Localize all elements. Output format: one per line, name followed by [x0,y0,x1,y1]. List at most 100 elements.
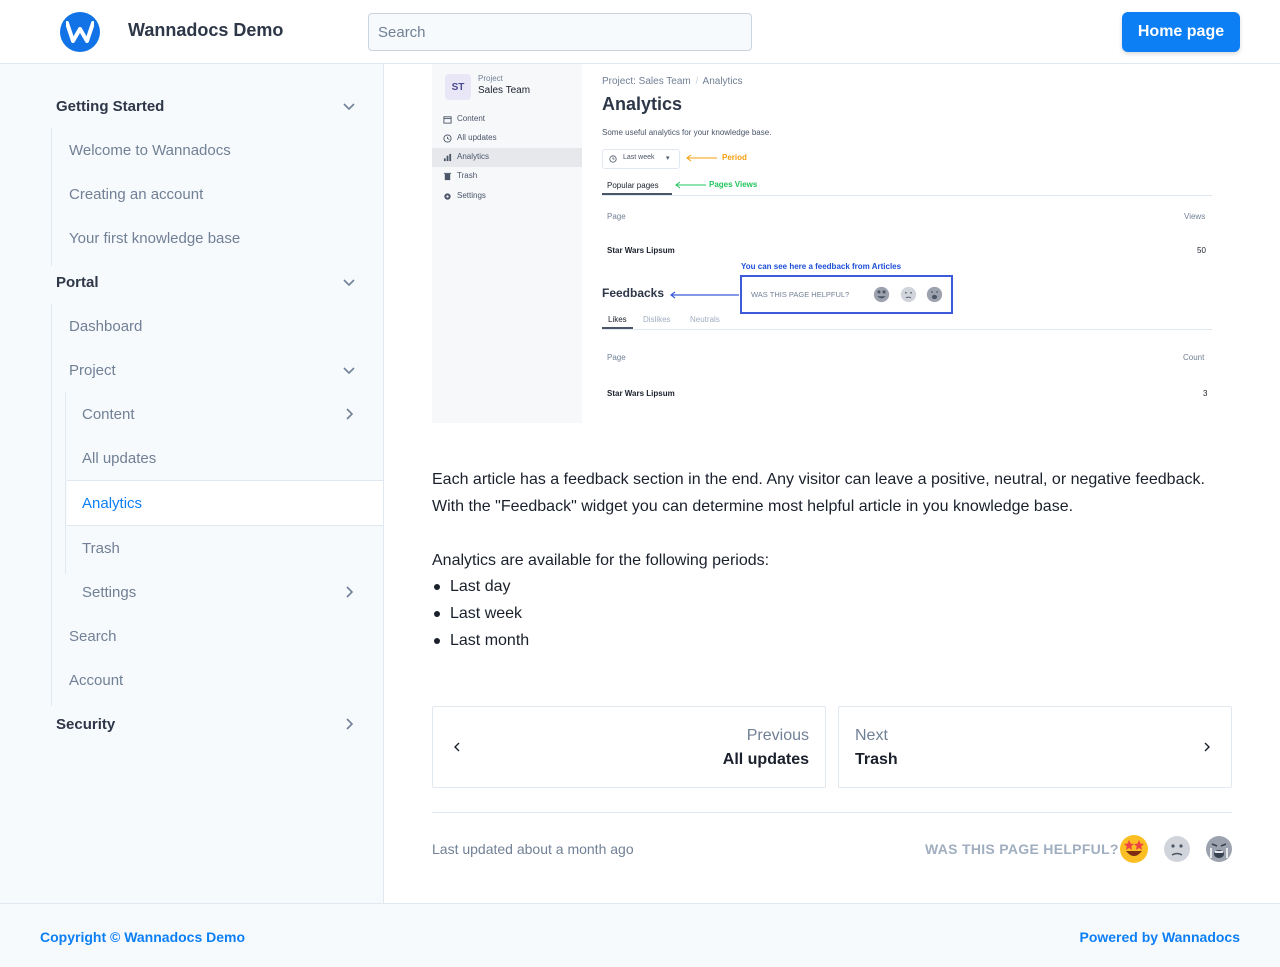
feedback-annotation: You can see here a feedback from Article… [741,262,902,271]
search-input[interactable] [368,13,752,51]
list-item: Last month [432,627,529,654]
sidebar-item-label: Project [69,361,116,379]
row2-count: 3 [1203,389,1208,398]
sidebar-item-trash[interactable]: Trash [82,526,383,570]
screenshot-tab-dislikes: Dislikes [643,315,671,324]
col-page-2: Page [607,353,626,362]
period-select-value: Last week [623,154,655,161]
brand-title[interactable]: Wannadocs Demo [128,20,283,41]
sidebar-item-label: Settings [82,583,137,601]
tab-divider [602,329,1212,330]
breadcrumb-page: Analytics [702,76,743,87]
sidebar-item-label: Getting Started [56,97,165,115]
sidebar-item-label: Trash [82,539,120,557]
sidebar-item-label: Analytics [82,494,143,512]
screenshot-period-select: Last week ▾ [602,149,680,169]
top-header: Wannadocs Demo Home page [0,0,1280,64]
sidebar-item-project[interactable]: Project [69,348,383,392]
previous-page-link[interactable]: Previous All updates [432,706,826,788]
crying-face-emoji-button[interactable] [1204,834,1234,864]
clock-icon [609,155,617,163]
chevron-down-icon [343,103,355,111]
sidebar-item-label: Content [82,405,135,423]
sidebar-item-first-kb[interactable]: Your first knowledge base [69,216,383,260]
chevron-right-icon [346,586,354,598]
breadcrumb-project: Project: Sales Team [602,76,691,87]
screenshot-menu-analytics: Analytics [457,152,490,161]
next-label: Next [855,727,888,744]
project-badge: ST [445,74,471,100]
tab-divider [602,195,1212,196]
project-caption: Project [478,74,503,83]
copyright-link[interactable]: Copyright © Wannadocs Demo [40,929,245,945]
powered-by-link[interactable]: Powered by Wannadocs [1079,929,1240,945]
screenshot-menu-all-updates: All updates [457,133,497,142]
footer-divider [432,812,1232,813]
sidebar-item-account[interactable]: Account [69,658,383,702]
sidebar-item-security[interactable]: Security [56,702,383,746]
sidebar-item-analytics[interactable]: Analytics [67,480,383,526]
screenshot-menu-content: Content [457,114,486,123]
screenshot-menu-settings: Settings [457,191,486,200]
article-paragraph-periods: Analytics are available for the followin… [432,552,770,569]
screenshot-menu-trash: Trash [457,171,478,180]
chevron-down-icon [343,279,355,287]
neutral-face-emoji-button[interactable] [1162,834,1192,864]
paragraph-line: Each article has a feedback section in t… [432,471,1205,488]
sidebar-item-portal[interactable]: Portal [56,260,383,304]
sidebar-item-search[interactable]: Search [69,614,383,658]
views-annotation: Pages Views [709,180,758,189]
sidebar-item-label: Search [69,627,117,645]
trash-icon [443,172,452,181]
home-page-button[interactable]: Home page [1122,12,1240,52]
page-footer: Copyright © Wannadocs Demo Powered by Wa… [0,903,1280,967]
crying-face-emoji-icon [926,286,943,303]
screenshot-subtitle: Some useful analytics for your knowledge… [602,128,772,137]
nav-guide-line [65,392,66,574]
neutral-face-emoji-icon [900,286,917,303]
paragraph-line: With the "Feedback" widget you can deter… [432,498,1074,515]
next-title: Trash [855,751,898,768]
w-logo-icon [66,21,94,43]
screenshot-feedbacks-title: Feedbacks [602,286,665,300]
screenshot-menu-active-bg [432,148,582,167]
views-arrow-icon [675,181,706,189]
sidebar-item-content[interactable]: Content [82,392,383,436]
col-count: Count [1183,353,1205,362]
screenshot-tab-likes: Likes [608,315,627,324]
feedbacks-arrow-icon [670,291,739,299]
list-item: Last week [432,600,529,627]
sidebar-item-label: All updates [82,449,157,467]
sidebar-item-settings[interactable]: Settings [82,570,383,614]
star-struck-emoji-icon [873,286,890,303]
chevron-right-icon [346,408,354,420]
project-name: Sales Team [478,85,531,96]
sidebar-item-all-updates[interactable]: All updates [82,436,383,480]
feedback-highlight-box: WAS THIS PAGE HELPFUL? [740,275,953,314]
article-paragraph-feedback: Each article has a feedback section in t… [432,466,1205,520]
sidebar-item-getting-started[interactable]: Getting Started [56,84,383,128]
wannadocs-logo[interactable] [60,12,100,52]
sidebar-item-creating-account[interactable]: Creating an account [69,172,383,216]
helpful-question: WAS THIS PAGE HELPFUL? [925,841,1119,857]
bar-chart-icon [443,153,452,162]
period-arrow-icon [686,154,717,162]
col-page: Page [607,212,626,221]
calendar-icon [443,116,452,124]
sidebar-item-label: Creating an account [69,185,204,203]
sidebar-item-dashboard[interactable]: Dashboard [69,304,383,348]
chevron-right-icon [346,718,354,730]
screenshot-sidebar: ST Project Sales Team Content All update… [432,64,582,423]
sidebar-item-label: Dashboard [69,317,143,335]
sidebar-item-label: Account [69,671,124,689]
screenshot-tab-neutrals: Neutrals [690,315,720,324]
star-struck-emoji-button[interactable] [1119,834,1149,864]
list-item: Last day [432,573,529,600]
row2-page: Star Wars Lipsum [607,389,675,398]
next-page-link[interactable]: Next Trash [838,706,1232,788]
screenshot-tab-popular: Popular pages [607,181,659,190]
analytics-screenshot-image: ST Project Sales Team Content All update… [432,64,1232,423]
sidebar-item-welcome[interactable]: Welcome to Wannadocs [69,128,383,172]
screenshot-breadcrumb: Project: Sales Team / Analytics [602,76,743,87]
chevron-down-icon [343,367,355,375]
